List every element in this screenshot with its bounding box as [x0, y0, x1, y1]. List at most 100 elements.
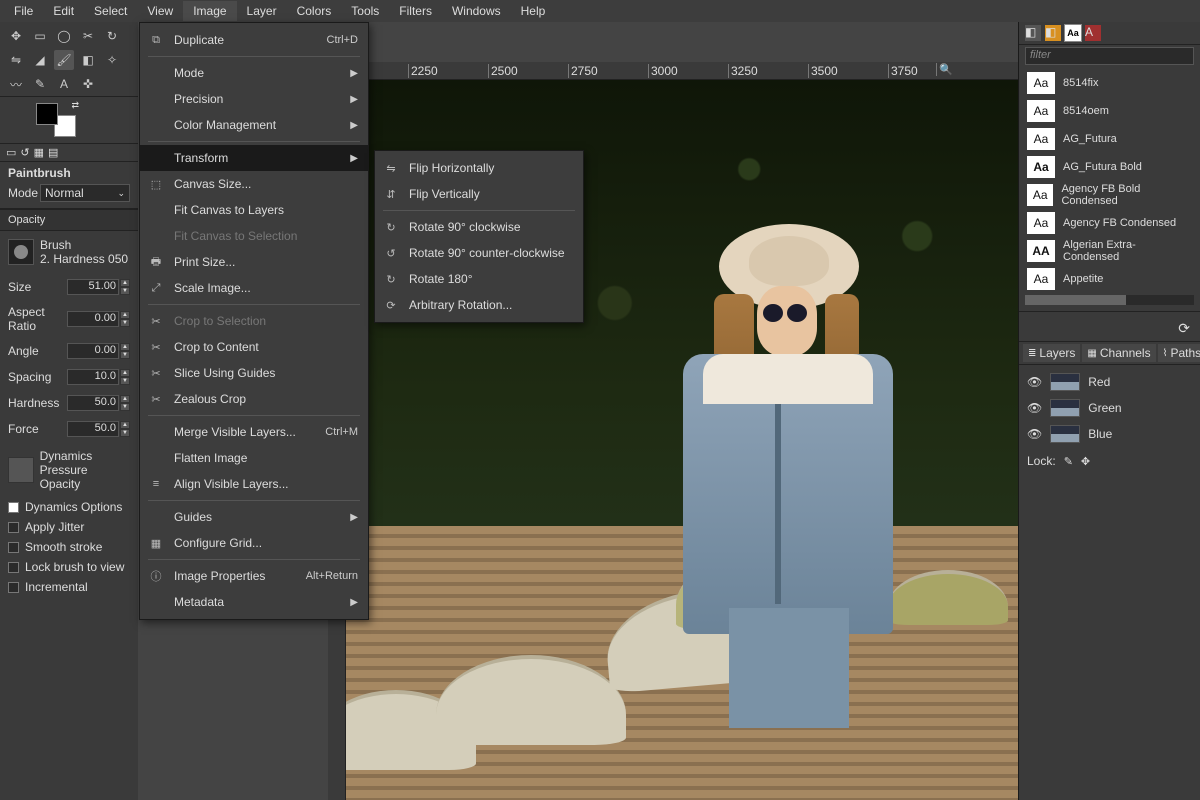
spin-up-icon[interactable]: ▲: [120, 421, 130, 429]
menu-item[interactable]: ⤢Scale Image...: [140, 275, 368, 301]
menu-edit[interactable]: Edit: [43, 1, 84, 21]
menu-filters[interactable]: Filters: [389, 1, 442, 21]
font-row[interactable]: AAAlgerian Extra-Condensed: [1019, 237, 1200, 265]
fonts-tab[interactable]: Aa: [1065, 25, 1081, 41]
spin-down-icon[interactable]: ▼: [120, 319, 130, 327]
menu-item[interactable]: Guides▶: [140, 504, 368, 530]
menu-item[interactable]: ⇋Flip Horizontally: [375, 155, 583, 181]
spin-down-icon[interactable]: ▼: [120, 377, 130, 385]
menu-help[interactable]: Help: [511, 1, 556, 21]
spin-up-icon[interactable]: ▲: [120, 369, 130, 377]
option-checkbox[interactable]: Smooth stroke: [0, 537, 138, 557]
menu-item[interactable]: Metadata▶: [140, 589, 368, 615]
tab-icon[interactable]: ◧: [1025, 25, 1041, 41]
option-checkbox[interactable]: Lock brush to view: [0, 557, 138, 577]
spin-up-icon[interactable]: ▲: [120, 279, 130, 287]
spin-down-icon[interactable]: ▼: [120, 403, 130, 411]
menu-item[interactable]: Merge Visible Layers...Ctrl+M: [140, 419, 368, 445]
menu-item[interactable]: Color Management▶: [140, 112, 368, 138]
picker-tool[interactable]: ✜: [78, 74, 98, 94]
menu-item[interactable]: Precision▶: [140, 86, 368, 112]
menu-item[interactable]: Flatten Image: [140, 445, 368, 471]
channel-row[interactable]: 👁Red: [1019, 369, 1200, 395]
menu-tools[interactable]: Tools: [341, 1, 389, 21]
spin-down-icon[interactable]: ▼: [120, 351, 130, 359]
reload-button[interactable]: ⟳: [1019, 316, 1200, 341]
clone-tool[interactable]: ✧: [102, 50, 122, 70]
menu-item[interactable]: ↻Rotate 180°: [375, 266, 583, 292]
text-tool[interactable]: A: [54, 74, 74, 94]
menu-item[interactable]: ✂Zealous Crop: [140, 386, 368, 412]
font-row[interactable]: AaAgency FB Bold Condensed: [1019, 181, 1200, 209]
option-value[interactable]: 50.0: [67, 421, 119, 437]
font-row[interactable]: AaAppetite: [1019, 265, 1200, 293]
font-filter-input[interactable]: filter: [1025, 47, 1194, 65]
dynamics-options-row[interactable]: Dynamics Options: [0, 497, 138, 517]
lasso-tool[interactable]: ◯: [54, 26, 74, 46]
menu-colors[interactable]: Colors: [287, 1, 342, 21]
dock-tab[interactable]: ≣Layers: [1023, 344, 1080, 362]
spin-up-icon[interactable]: ▲: [120, 395, 130, 403]
paintbrush-tool[interactable]: 🖌: [54, 50, 74, 70]
menu-view[interactable]: View: [137, 1, 183, 21]
menu-item[interactable]: ▦Configure Grid...: [140, 530, 368, 556]
channel-row[interactable]: 👁Blue: [1019, 421, 1200, 447]
tab-icon[interactable]: ▦: [34, 146, 44, 159]
menu-layer[interactable]: Layer: [237, 1, 287, 21]
visibility-icon[interactable]: 👁: [1027, 427, 1042, 441]
menu-item[interactable]: ✂Slice Using Guides: [140, 360, 368, 386]
mode-dropdown[interactable]: Normal ⌄: [40, 184, 130, 202]
lock-pixels-icon[interactable]: ✎: [1064, 455, 1073, 468]
menu-item[interactable]: ↻Rotate 90° clockwise: [375, 214, 583, 240]
path-tool[interactable]: ✎: [30, 74, 50, 94]
swap-colors-icon[interactable]: ⇄: [71, 100, 79, 111]
option-value[interactable]: 0.00: [67, 311, 119, 327]
move-tool[interactable]: ✥: [6, 26, 26, 46]
menu-item[interactable]: ≡Align Visible Layers...: [140, 471, 368, 497]
font-row[interactable]: Aa8514oem: [1019, 97, 1200, 125]
menu-item[interactable]: ⬚Canvas Size...: [140, 171, 368, 197]
menu-windows[interactable]: Windows: [442, 1, 511, 21]
menu-item[interactable]: Fit Canvas to Layers: [140, 197, 368, 223]
menu-item[interactable]: ⓘImage PropertiesAlt+Return: [140, 563, 368, 589]
menu-image[interactable]: Image: [183, 1, 236, 21]
menu-item[interactable]: ⇵Flip Vertically: [375, 181, 583, 207]
spin-up-icon[interactable]: ▲: [120, 311, 130, 319]
dynamics-chip[interactable]: [8, 457, 34, 483]
menu-item[interactable]: 🖶Print Size...: [140, 249, 368, 275]
eraser-tool[interactable]: ◧: [78, 50, 98, 70]
font-row[interactable]: AaAgency FB Condensed: [1019, 209, 1200, 237]
font-row[interactable]: AaAG_Futura Bold: [1019, 153, 1200, 181]
visibility-icon[interactable]: 👁: [1027, 375, 1042, 389]
bucket-tool[interactable]: ◢: [30, 50, 50, 70]
menu-item[interactable]: Transform▶: [140, 145, 368, 171]
lock-position-icon[interactable]: ✥: [1081, 455, 1090, 468]
dock-tab[interactable]: ▦Channels: [1082, 344, 1155, 362]
dock-tab[interactable]: ⌇Paths: [1158, 344, 1200, 362]
font-scrollbar[interactable]: [1025, 295, 1194, 305]
tab-icon[interactable]: ↺: [20, 146, 29, 159]
option-checkbox[interactable]: Incremental: [0, 577, 138, 597]
tab-icon[interactable]: ▭: [6, 146, 16, 159]
rotate-tool[interactable]: ↻: [102, 26, 122, 46]
menu-item[interactable]: ✂Crop to Content: [140, 334, 368, 360]
channel-row[interactable]: 👁Green: [1019, 395, 1200, 421]
brush-preview[interactable]: [8, 239, 34, 265]
rect-select-tool[interactable]: ▭: [30, 26, 50, 46]
smudge-tool[interactable]: 〰: [6, 74, 26, 94]
zoom-icon[interactable]: 🔍: [936, 63, 1016, 76]
flip-tool[interactable]: ⇋: [6, 50, 26, 70]
tab-icon[interactable]: ▤: [48, 146, 58, 159]
option-checkbox[interactable]: Apply Jitter: [0, 517, 138, 537]
tab-icon[interactable]: ◧: [1045, 25, 1061, 41]
spin-down-icon[interactable]: ▼: [120, 429, 130, 437]
visibility-icon[interactable]: 👁: [1027, 401, 1042, 415]
menu-item[interactable]: ↺Rotate 90° counter-clockwise: [375, 240, 583, 266]
spin-up-icon[interactable]: ▲: [120, 343, 130, 351]
option-value[interactable]: 50.0: [67, 395, 119, 411]
spin-down-icon[interactable]: ▼: [120, 287, 130, 295]
crop-tool[interactable]: ✂: [78, 26, 98, 46]
menu-item[interactable]: Mode▶: [140, 60, 368, 86]
font-row[interactable]: Aa8514fix: [1019, 69, 1200, 97]
menu-item[interactable]: ⟳Arbitrary Rotation...: [375, 292, 583, 318]
